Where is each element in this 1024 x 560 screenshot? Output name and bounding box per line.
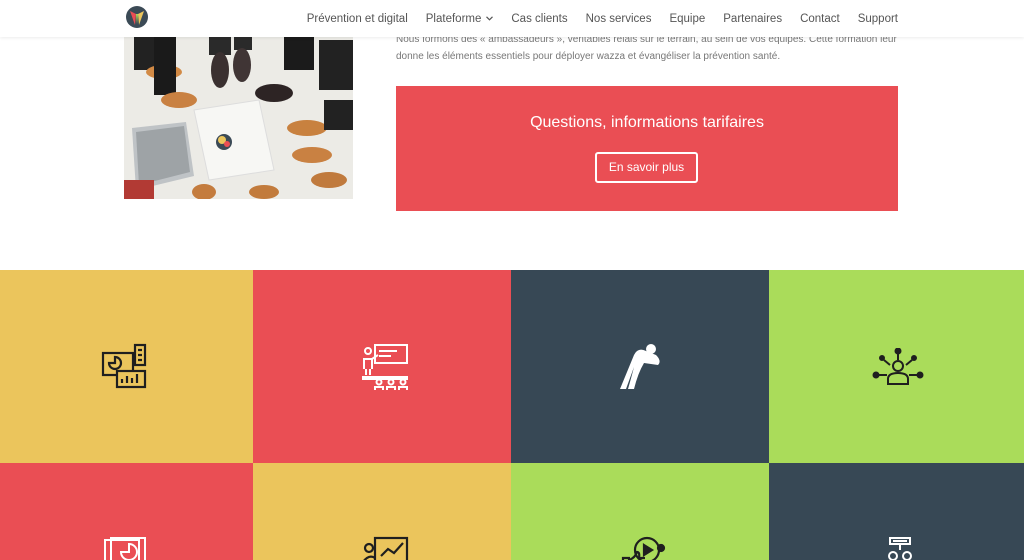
- cta-title: Questions, informations tarifaires: [530, 114, 764, 131]
- nav-plateforme[interactable]: Plateforme: [426, 13, 494, 25]
- presentation-audience-icon: [362, 344, 408, 390]
- main-nav: Prévention et digital Plateforme Cas cli…: [307, 0, 898, 37]
- service-tile-documents[interactable]: [0, 463, 253, 560]
- nav-support[interactable]: Support: [858, 13, 898, 25]
- nav-nos-services[interactable]: Nos services: [586, 13, 652, 25]
- chevron-down-icon: [486, 16, 494, 21]
- team-board-icon: [888, 537, 912, 560]
- dashboard-analytics-icon: [101, 343, 147, 389]
- learn-more-button[interactable]: En savoir plus: [595, 152, 698, 183]
- network-person-icon: [872, 348, 924, 385]
- nav-equipe[interactable]: Equipe: [669, 13, 705, 25]
- service-tile-analytics[interactable]: [0, 270, 253, 463]
- service-tile-team[interactable]: [769, 463, 1024, 560]
- site-header: Prévention et digital Plateforme Cas cli…: [0, 0, 1024, 37]
- presenter-chart-icon: [363, 536, 409, 560]
- stretching-person-icon: [620, 344, 660, 389]
- service-tile-presenter[interactable]: [253, 463, 511, 560]
- documents-chart-icon: [104, 537, 146, 560]
- wazza-logo-icon[interactable]: [126, 5, 148, 29]
- nav-prevention-digital[interactable]: Prévention et digital: [307, 13, 408, 25]
- nav-cas-clients[interactable]: Cas clients: [511, 13, 567, 25]
- video-thumbs-up-icon: [621, 536, 666, 560]
- service-tile-video[interactable]: [511, 463, 769, 560]
- nav-contact[interactable]: Contact: [800, 13, 840, 25]
- service-tile-network[interactable]: [769, 270, 1024, 463]
- service-tile-training[interactable]: [253, 270, 511, 463]
- nav-partenaires[interactable]: Partenaires: [723, 13, 782, 25]
- service-tile-activity[interactable]: [511, 270, 769, 463]
- pricing-cta-box: Questions, informations tarifaires En sa…: [396, 86, 898, 211]
